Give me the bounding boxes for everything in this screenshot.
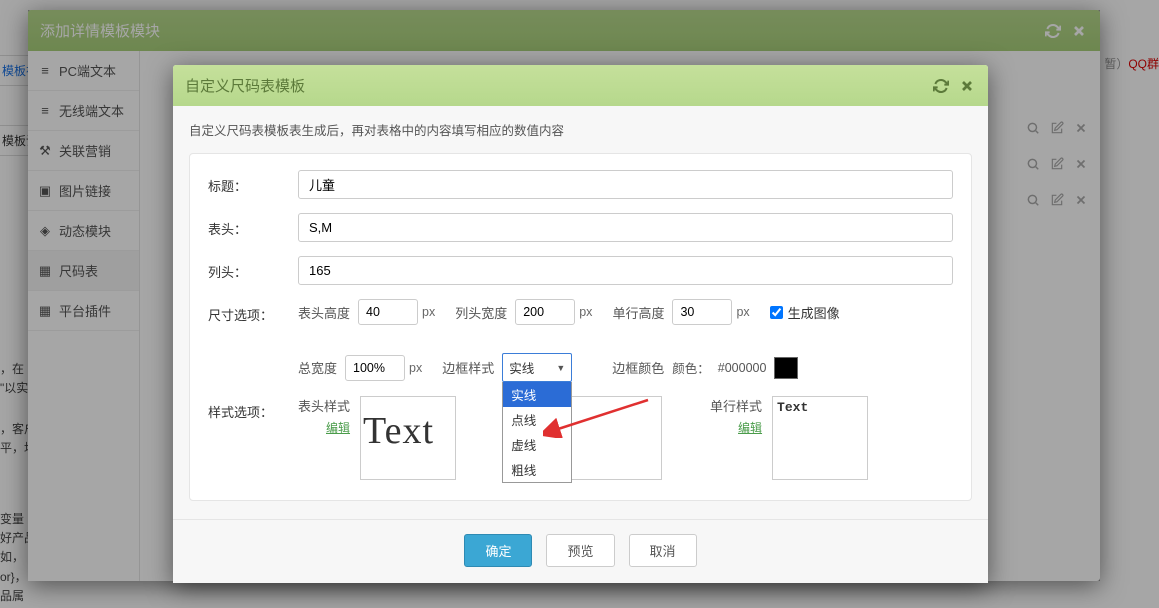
px-unit: px [422,305,435,319]
chevron-down-icon: ▼ [556,363,565,373]
refresh-icon[interactable] [932,77,950,95]
row-style-edit-link[interactable]: 编辑 [738,419,762,436]
cancel-button[interactable]: 取消 [629,534,697,567]
header-style-label: 表头样式 [298,396,350,415]
border-color-label: 边框颜色 [612,358,664,377]
row-style-label: 单行样式 [710,396,762,415]
description-text: 自定义尺码表模板表生成后，再对表格中的内容填写相应的数值内容 [189,120,972,139]
row-height-label: 单行高度 [612,303,664,322]
modal-inner-header: 自定义尺码表模板 [173,65,988,106]
col-label: 列头： [208,256,298,281]
px-unit: px [409,361,422,375]
col-input[interactable] [298,256,953,285]
header-height-label: 表头高度 [298,303,350,322]
dropdown-option-bold[interactable]: 粗线 [503,457,571,482]
total-width-input[interactable] [345,355,405,381]
modal-inner: 自定义尺码表模板 自定义尺码表模板表生成后，再对表格中的内容填写相应的数值内容 … [173,65,988,583]
dropdown-option-dashed[interactable]: 虚线 [503,432,571,457]
color-swatch[interactable] [774,357,798,379]
modal-outer: 添加详情模板模块 ≡PC端文本 ≡无线端文本 ⚒关联营销 ▣图片链接 ◈动态模块… [28,10,1100,581]
header-style-edit-link[interactable]: 编辑 [326,419,350,436]
col-width-input[interactable] [515,299,575,325]
style-label: 样式选项： [208,396,298,421]
dim-label: 尺寸选项： [208,299,298,324]
dropdown-option-dotted[interactable]: 点线 [503,407,571,432]
border-style-select[interactable]: 实线 ▼ [502,353,572,382]
preview-button[interactable]: 预览 [546,534,614,567]
row-style-preview: Text [772,396,868,480]
gen-image-check[interactable] [770,306,783,319]
px-unit: px [579,305,592,319]
modal-inner-body: 自定义尺码表模板表生成后，再对表格中的内容填写相应的数值内容 标题： 表头： 列… [173,106,988,519]
ok-button[interactable]: 确定 [464,534,532,567]
modal-inner-title: 自定义尺码表模板 [185,75,305,96]
gen-image-checkbox[interactable]: 生成图像 [770,303,840,322]
dropdown-option-solid[interactable]: 实线 [503,382,571,407]
col-style-preview [566,396,662,480]
border-style-label: 边框样式 [442,358,494,377]
title-input[interactable] [298,170,953,199]
title-label: 标题： [208,170,298,195]
header-style-preview: Text [360,396,456,480]
header-height-input[interactable] [358,299,418,325]
close-icon[interactable] [958,77,976,95]
inner-footer: 确定 预览 取消 [173,519,988,583]
color-value: #000000 [718,361,767,375]
header-label: 表头： [208,213,298,238]
header-input[interactable] [298,213,953,242]
total-width-label: 总宽度 [298,358,337,377]
form-panel: 标题： 表头： 列头： 尺寸选项： 表头高度 [189,153,972,501]
color-prefix: 颜色： [672,358,710,377]
border-style-dropdown: 实线 点线 虚线 粗线 [502,382,572,483]
px-unit: px [736,305,749,319]
row-height-input[interactable] [672,299,732,325]
col-width-label: 列头宽度 [455,303,507,322]
